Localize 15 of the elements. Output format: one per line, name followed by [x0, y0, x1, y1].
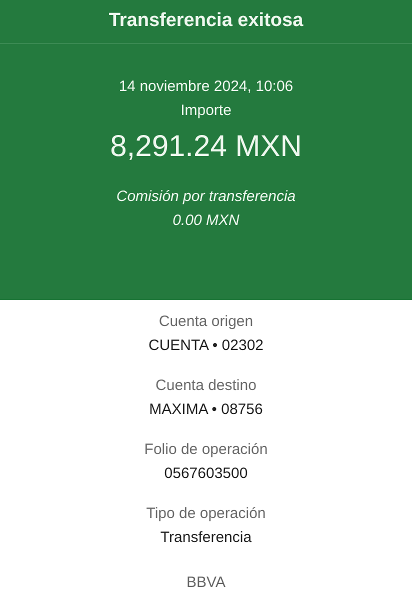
detail-label: Cuenta origen	[158, 312, 254, 332]
bank-name: BBVA	[186, 573, 226, 593]
detail-value: CUENTA • 02302	[148, 336, 264, 356]
amount-value: 8,291.24 MXN	[110, 129, 302, 165]
detail-value: 0567603500	[164, 464, 248, 484]
screen-title: Transferencia exitosa	[108, 9, 304, 34]
fee-value: 0.00 MXN	[172, 211, 240, 231]
detail-value: MAXIMA • 08756	[149, 400, 263, 420]
detail-label: Cuenta destino	[156, 376, 256, 396]
amount-label: Importe	[180, 101, 232, 121]
detail-value: Transferencia	[160, 528, 252, 548]
date-time: 14 noviembre 2024, 10:06	[118, 77, 294, 97]
detail-label: Folio de operación	[144, 440, 268, 460]
fee-label: Comisión por transferencia	[116, 187, 296, 207]
detail-label: Tipo de operación	[146, 504, 266, 524]
